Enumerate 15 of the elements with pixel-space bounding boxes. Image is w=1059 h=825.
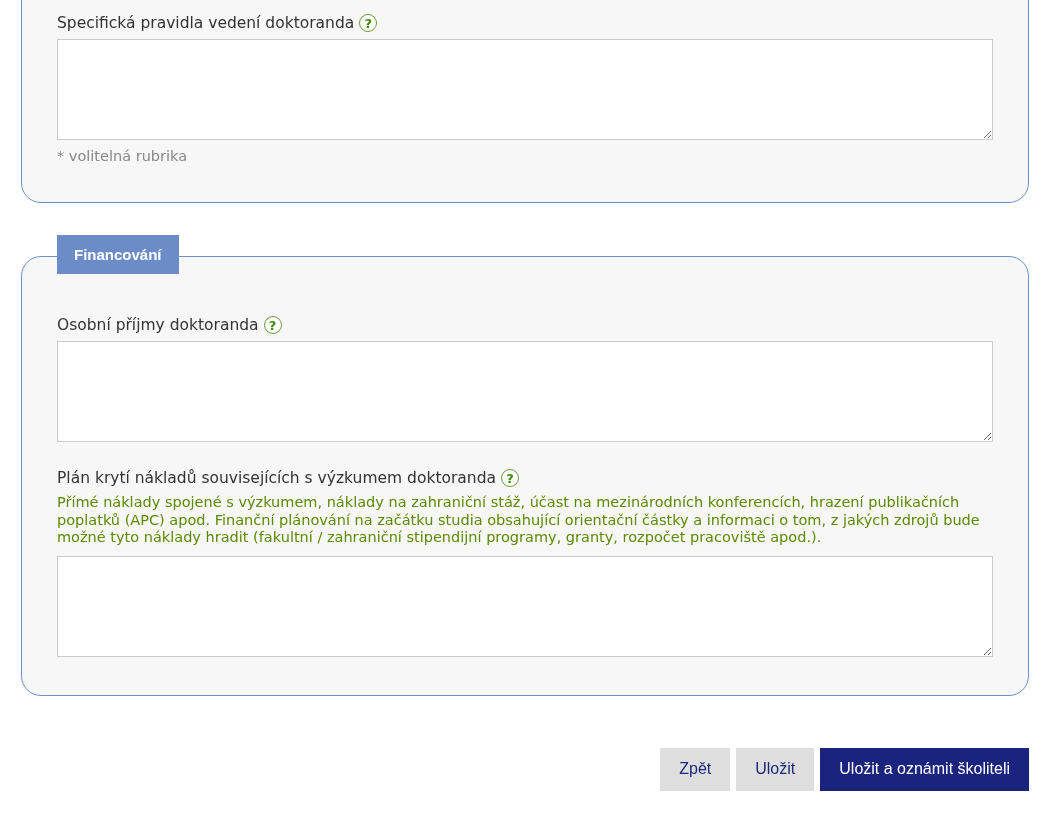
action-button[interactable]: Uložit (736, 747, 815, 791)
optional-note: * volitelná rubrika (57, 148, 189, 164)
text-area[interactable] (57, 39, 993, 140)
text-area[interactable] (57, 341, 993, 442)
section-legend: Financování (57, 235, 179, 274)
field-label: Specifická pravidla vedení doktoranda (57, 14, 355, 32)
field-label: Osobní příjmy doktoranda (57, 316, 259, 334)
field-label: Plán krytí nákladů souvisejících s výzkumem doktoranda (57, 469, 496, 487)
text-area[interactable] (57, 555, 993, 657)
action-button[interactable]: Zpět (660, 747, 731, 791)
help-icon[interactable]: ? (501, 469, 519, 487)
help-icon[interactable]: ? (359, 14, 378, 32)
help-icon[interactable]: ? (263, 316, 282, 334)
submit-button[interactable]: Uložit a oznámit školiteli (820, 747, 1029, 791)
hint-text: Přímé náklady spojené s výzkumem, náklady na zahraniční stáž, účast na mezinárodních konferencích, hrazení publikačních poplatků (APC) apod. Finanční plánování na začátku studia obsahující orientační částky a informaci o tom, z jakých zdrojů bude možné tyto náklady hradit (fakultní / zahraniční stipendijní programy, granty, rozpočet pracoviště apod.). (57, 494, 981, 547)
